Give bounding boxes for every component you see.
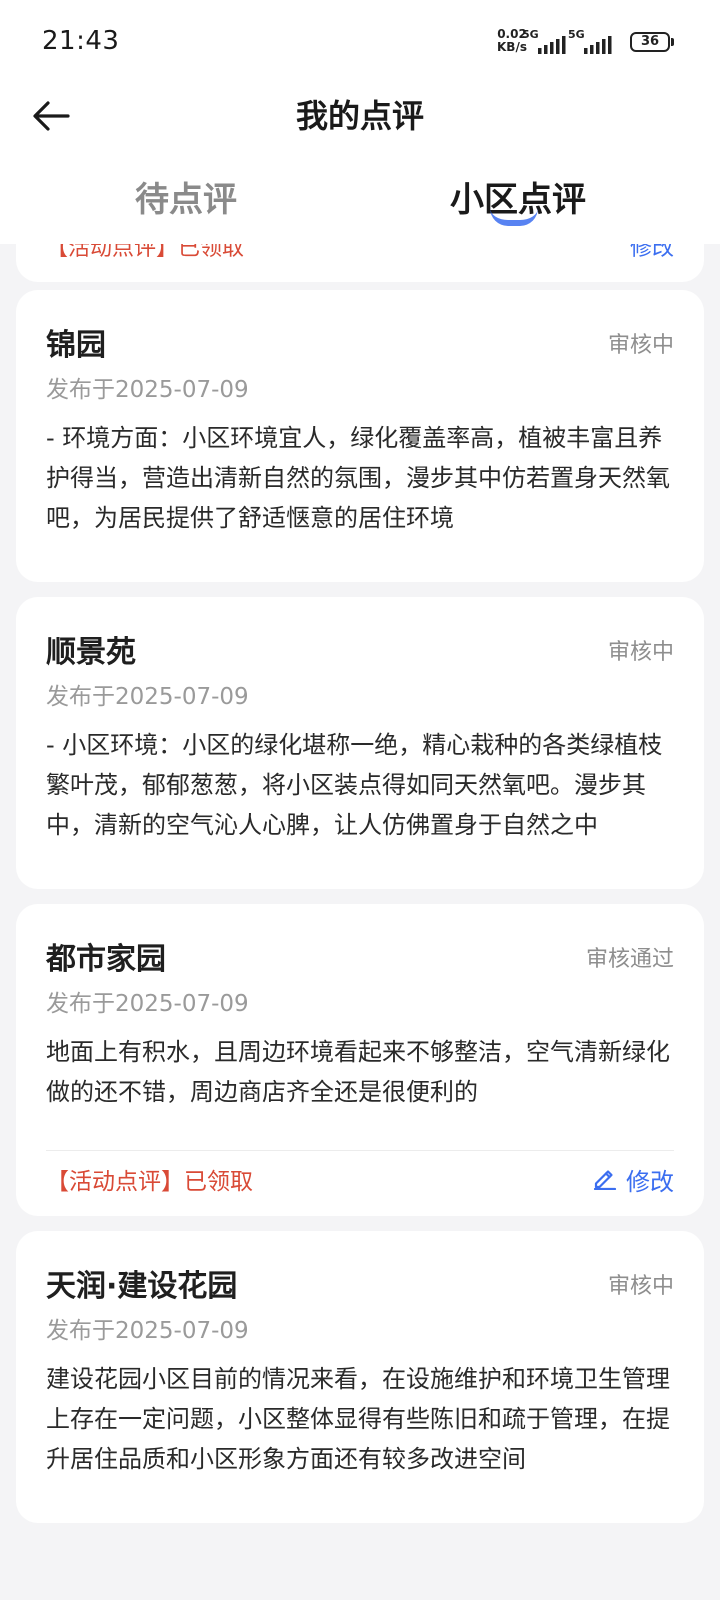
publish-date: 发布于2025-07-09 xyxy=(46,377,249,403)
clock: 21:43 xyxy=(42,26,120,56)
review-card[interactable]: 都市家园 审核通过 发布于2025-07-09 地面上有积水，且周边环境看起来不… xyxy=(16,904,704,1216)
publish-date: 发布于2025-07-09 xyxy=(46,684,249,710)
review-card[interactable]: 天润·建设花园 审核中 发布于2025-07-09 建设花园小区目前的情况来看，… xyxy=(16,1231,704,1523)
review-text: 建设花园小区目前的情况来看，在设施维护和环境卫生管理上存在一定问题，小区整体显得… xyxy=(46,1365,670,1473)
review-status: 审核中 xyxy=(607,640,674,665)
edit-label: 修改 xyxy=(626,1168,674,1196)
review-text: 地面上有积水，且周边环境看起来不够整洁，空气清新绿化做的还不错，周边商店齐全还是… xyxy=(46,1038,670,1106)
community-name: 锦园 xyxy=(46,328,106,363)
review-status: 审核中 xyxy=(607,1274,674,1299)
publish-date: 发布于2025-07-09 xyxy=(46,991,249,1017)
divider xyxy=(46,1150,674,1151)
review-card[interactable]: 锦园 审核中 发布于2025-07-09 - 环境方面：小区环境宜人，绿化覆盖率… xyxy=(16,290,704,582)
battery-level: 36 xyxy=(630,32,670,52)
edit-icon xyxy=(592,1162,618,1202)
community-name: 顺景苑 xyxy=(46,635,136,670)
community-name: 天润·建设花园 xyxy=(46,1269,238,1304)
tab-pending[interactable]: 待点评 xyxy=(36,176,336,224)
review-status: 审核中 xyxy=(607,333,674,358)
publish-date: 发布于2025-07-09 xyxy=(46,1318,249,1344)
review-status: 审核通过 xyxy=(585,947,674,972)
app-header: 21:43 0.02 KB/s 5G 5G 36 我的点评 待点评 小区点评 xyxy=(0,0,720,244)
review-card[interactable]: 顺景苑 审核中 发布于2025-07-09 - 小区环境：小区的绿化堪称一绝，精… xyxy=(16,597,704,889)
review-text: - 小区环境：小区的绿化堪称一绝，精心栽种的各类绿植枝繁叶茂，郁郁葱葱，将小区装… xyxy=(46,731,663,839)
edit-button[interactable]: 修改 xyxy=(592,1162,674,1202)
signal-icon: 5G xyxy=(522,28,568,54)
review-text: - 环境方面：小区环境宜人，绿化覆盖率高，植被丰富且养护得当，营造出清新自然的氛… xyxy=(46,424,670,532)
signal-icon: 5G xyxy=(568,28,614,54)
status-bar: 21:43 0.02 KB/s 5G 5G 36 xyxy=(0,0,720,84)
battery-icon: 36 xyxy=(630,32,674,54)
activity-tag: 【活动点评】已领取 xyxy=(46,1169,253,1195)
page-title: 我的点评 xyxy=(295,97,424,135)
community-name: 都市家园 xyxy=(46,942,166,977)
